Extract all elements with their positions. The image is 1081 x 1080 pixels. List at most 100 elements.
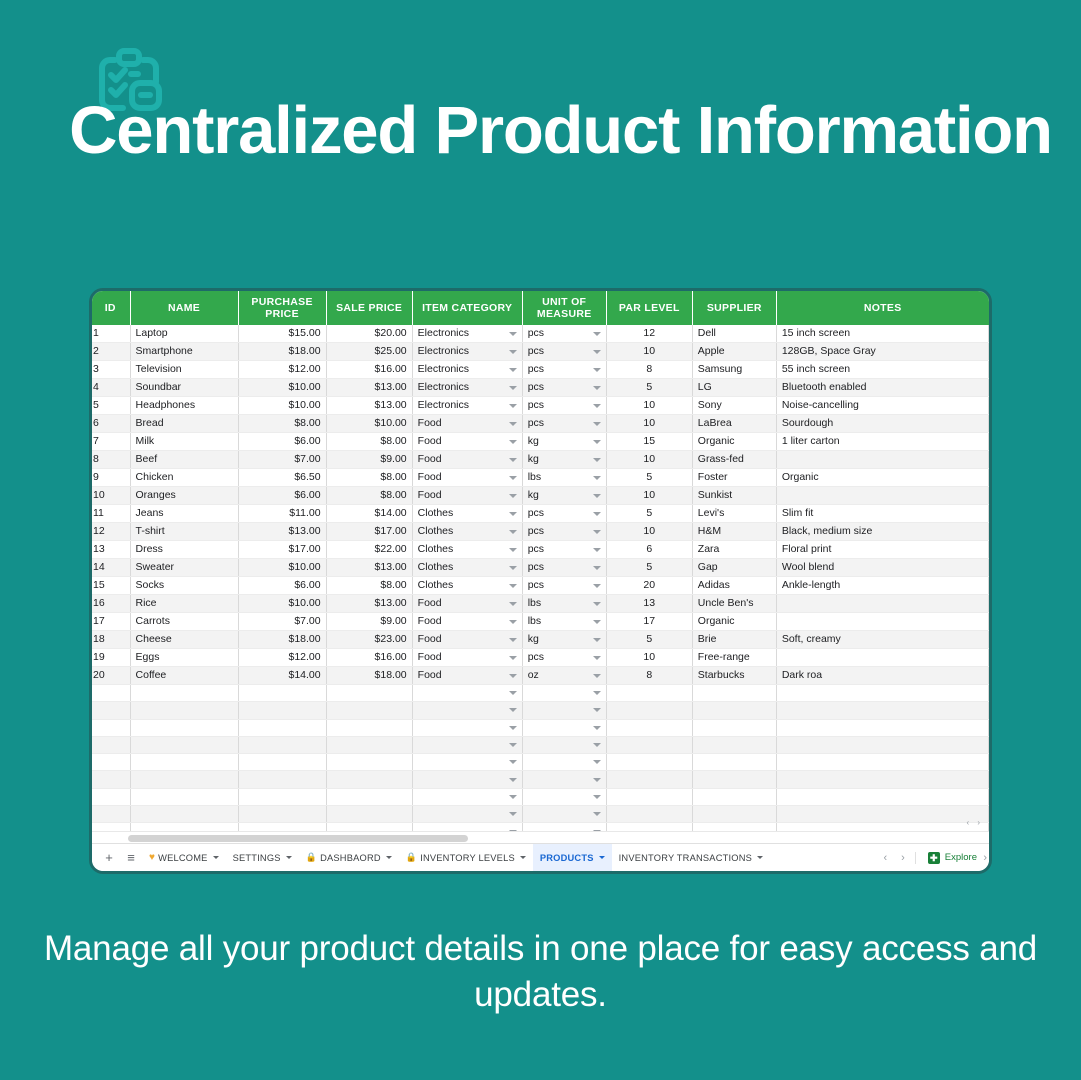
cell-item-category[interactable]: Electronics: [412, 378, 523, 397]
cell-purchase-price[interactable]: $6.00: [238, 576, 327, 595]
table-row[interactable]: 9 Chicken $6.50 $8.00 Food lbs 5 Foster Organic: [92, 468, 989, 487]
cell-purchase-price[interactable]: $7.00: [238, 450, 327, 469]
chevron-down-icon[interactable]: [592, 403, 601, 408]
cell-item-category[interactable]: Food: [412, 450, 523, 469]
cell-id-empty[interactable]: [92, 684, 131, 703]
cell-par-level[interactable]: 10: [606, 396, 693, 415]
cell-notes[interactable]: Ankle-length: [776, 576, 989, 595]
cell-item-category[interactable]: Food: [412, 414, 523, 433]
cell-par-level[interactable]: 17: [606, 612, 693, 631]
cell-par-level[interactable]: 10: [606, 414, 693, 433]
cell-purchase-price[interactable]: $6.00: [238, 432, 327, 451]
cell-notes[interactable]: [776, 450, 989, 469]
column-header-unit-of-measure[interactable]: UNIT OF MEASURE: [522, 291, 607, 325]
cell-par-level-empty[interactable]: [606, 805, 693, 824]
chevron-down-icon[interactable]: [508, 812, 517, 817]
table-row[interactable]: 8 Beef $7.00 $9.00 Food kg 10 Grass-fed: [92, 450, 989, 469]
table-row-empty[interactable]: [92, 753, 989, 772]
chevron-down-icon[interactable]: [592, 583, 601, 588]
cell-name[interactable]: Oranges: [130, 486, 239, 505]
cell-sale-price-empty[interactable]: [326, 822, 413, 831]
table-row[interactable]: 7 Milk $6.00 $8.00 Food kg 15 Organic 1 liter ca…: [92, 432, 989, 451]
cell-unit-of-measure[interactable]: pcs: [522, 540, 607, 559]
cell-item-category-empty[interactable]: [412, 788, 523, 807]
cell-supplier[interactable]: Apple: [692, 342, 777, 361]
table-row[interactable]: 6 Bread $8.00 $10.00 Food pcs 10 LaBrea Sourdoug…: [92, 414, 989, 433]
column-header-item-category[interactable]: ITEM CATEGORY: [412, 291, 523, 325]
cell-sale-price-empty[interactable]: [326, 788, 413, 807]
cell-purchase-price[interactable]: $10.00: [238, 378, 327, 397]
chevron-down-icon[interactable]: [519, 856, 526, 859]
chevron-down-icon[interactable]: [592, 475, 601, 480]
chevron-down-icon[interactable]: [592, 547, 601, 552]
cell-supplier[interactable]: Levi's: [692, 504, 777, 523]
column-header-notes[interactable]: NOTES: [776, 291, 989, 325]
table-row[interactable]: 16 Rice $10.00 $13.00 Food lbs 13 Uncle Ben's: [92, 594, 989, 613]
cell-item-category[interactable]: Clothes: [412, 576, 523, 595]
cell-sale-price[interactable]: $8.00: [326, 468, 413, 487]
table-row[interactable]: 10 Oranges $6.00 $8.00 Food kg 10 Sunkist: [92, 486, 989, 505]
table-row[interactable]: 14 Sweater $10.00 $13.00 Clothes pcs 5 Gap Wool …: [92, 558, 989, 577]
chevron-down-icon[interactable]: [508, 385, 517, 390]
cell-sale-price[interactable]: $10.00: [326, 414, 413, 433]
cell-name[interactable]: Jeans: [130, 504, 239, 523]
cell-purchase-price[interactable]: $6.50: [238, 468, 327, 487]
cell-id[interactable]: 16: [92, 594, 131, 613]
cell-id[interactable]: 11: [92, 504, 131, 523]
cell-name[interactable]: Laptop: [130, 325, 239, 343]
cell-par-level[interactable]: 10: [606, 648, 693, 667]
table-row-empty[interactable]: [92, 736, 989, 755]
cell-sale-price[interactable]: $13.00: [326, 378, 413, 397]
column-header-purchase-price[interactable]: PURCHASE PRICE: [238, 291, 327, 325]
table-row-empty[interactable]: [92, 805, 989, 824]
chevron-down-icon[interactable]: [508, 565, 517, 570]
cell-supplier-empty[interactable]: [692, 770, 777, 789]
chevron-down-icon[interactable]: [592, 529, 601, 534]
cell-notes[interactable]: [776, 612, 989, 631]
cell-name-empty[interactable]: [130, 753, 239, 772]
cell-unit-of-measure[interactable]: kg: [522, 630, 607, 649]
cell-name[interactable]: Television: [130, 360, 239, 379]
cell-supplier[interactable]: Brie: [692, 630, 777, 649]
cell-item-category[interactable]: Clothes: [412, 558, 523, 577]
cell-supplier[interactable]: Starbucks: [692, 666, 777, 685]
chevron-down-icon[interactable]: [508, 493, 517, 498]
cell-notes-empty[interactable]: [776, 788, 989, 807]
cell-sale-price[interactable]: $20.00: [326, 325, 413, 343]
cell-id-empty[interactable]: [92, 788, 131, 807]
cell-item-category[interactable]: Clothes: [412, 504, 523, 523]
cell-notes[interactable]: Bluetooth enabled: [776, 378, 989, 397]
cell-id[interactable]: 1: [92, 325, 131, 343]
cell-name-empty[interactable]: [130, 736, 239, 755]
chevron-down-icon[interactable]: [592, 725, 601, 730]
chevron-down-icon[interactable]: [508, 331, 517, 336]
cell-unit-of-measure-empty[interactable]: [522, 770, 607, 789]
cell-notes[interactable]: Dark roa: [776, 666, 989, 685]
cell-item-category-empty[interactable]: [412, 753, 523, 772]
cell-notes[interactable]: Organic: [776, 468, 989, 487]
cell-purchase-price[interactable]: $10.00: [238, 594, 327, 613]
cell-unit-of-measure[interactable]: kg: [522, 486, 607, 505]
chevron-down-icon[interactable]: [592, 493, 601, 498]
cell-sale-price[interactable]: $13.00: [326, 594, 413, 613]
cell-id-empty[interactable]: [92, 770, 131, 789]
cell-sale-price[interactable]: $23.00: [326, 630, 413, 649]
cell-notes-empty[interactable]: [776, 719, 989, 737]
cell-par-level[interactable]: 10: [606, 450, 693, 469]
cell-unit-of-measure[interactable]: pcs: [522, 414, 607, 433]
next-sheet-icon[interactable]: ›: [901, 852, 905, 864]
chevron-down-icon[interactable]: [592, 565, 601, 570]
cell-par-level[interactable]: 5: [606, 630, 693, 649]
chevron-down-icon[interactable]: [592, 619, 601, 624]
cell-name[interactable]: Beef: [130, 450, 239, 469]
cell-unit-of-measure[interactable]: lbs: [522, 594, 607, 613]
cell-purchase-price[interactable]: $12.00: [238, 648, 327, 667]
cell-unit-of-measure-empty[interactable]: [522, 736, 607, 755]
chevron-down-icon[interactable]: [757, 856, 764, 859]
chevron-down-icon[interactable]: [592, 439, 601, 444]
cell-supplier[interactable]: Organic: [692, 612, 777, 631]
cell-unit-of-measure-empty[interactable]: [522, 701, 607, 720]
chevron-down-icon[interactable]: [592, 794, 601, 799]
cell-item-category[interactable]: Clothes: [412, 540, 523, 559]
cell-item-category[interactable]: Clothes: [412, 522, 523, 541]
